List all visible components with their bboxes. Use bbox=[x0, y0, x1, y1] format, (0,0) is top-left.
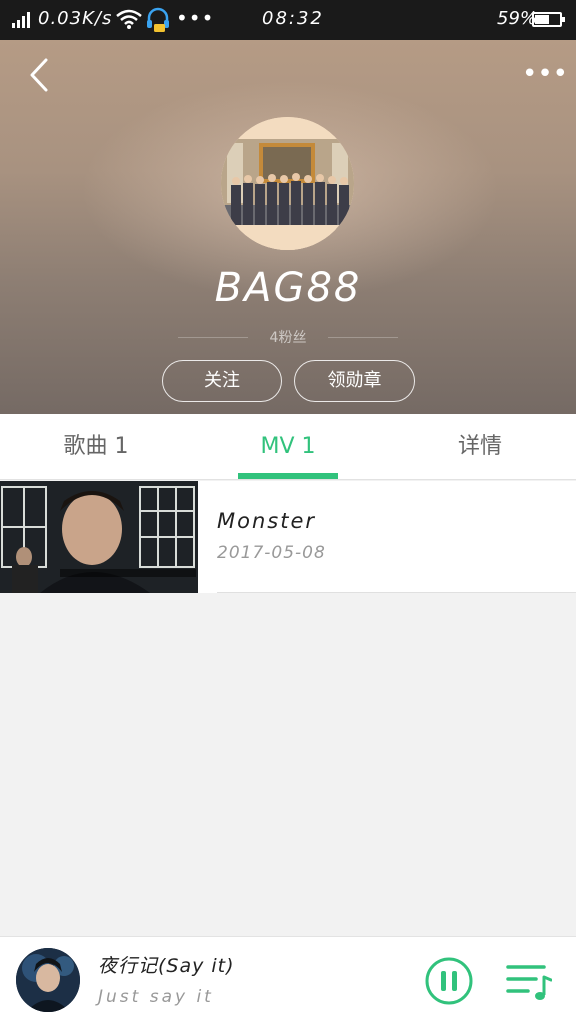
playlist-button[interactable] bbox=[506, 961, 553, 1003]
network-speed: 0.03K/s bbox=[38, 8, 113, 29]
artist-avatar[interactable] bbox=[221, 117, 354, 250]
notification-dots: ••• bbox=[176, 6, 215, 30]
now-playing-cover[interactable] bbox=[16, 948, 80, 1012]
tab-indicator bbox=[238, 473, 338, 479]
now-playing-title: 夜行记(Say it) bbox=[98, 955, 235, 977]
group-photo bbox=[221, 117, 354, 250]
mv-title: Monster bbox=[217, 509, 317, 533]
list-divider bbox=[217, 592, 576, 593]
artist-name: BAG88 bbox=[214, 265, 362, 311]
tab-songs[interactable]: 歌曲 1 bbox=[0, 414, 192, 480]
fans-count: 4粉丝 bbox=[269, 330, 307, 346]
mv-date: 2017-05-08 bbox=[217, 543, 326, 563]
status-bar: 0.03K/s ••• 08:32 59% bbox=[0, 0, 576, 40]
tab-bar: 歌曲 1 MV 1 详情 bbox=[0, 414, 576, 480]
more-button[interactable]: ••• bbox=[522, 61, 568, 87]
now-playing-lyric: Just say it bbox=[98, 987, 214, 1007]
get-badge-button[interactable]: 领勋章 bbox=[294, 360, 415, 402]
follow-button[interactable]: 关注 bbox=[162, 360, 282, 402]
signal-icon bbox=[12, 12, 32, 28]
battery-icon bbox=[532, 12, 565, 27]
clock: 08:32 bbox=[262, 8, 324, 29]
back-button[interactable] bbox=[24, 56, 58, 96]
artist-header: ••• BAG88 4粉丝 关注 领勋章 bbox=[0, 40, 576, 414]
mv-thumbnail-image bbox=[0, 481, 198, 593]
mv-list-item[interactable]: Monster 2017-05-08 bbox=[0, 481, 576, 593]
battery-percent: 59% bbox=[497, 8, 538, 29]
fans-row: 4粉丝 bbox=[178, 327, 398, 349]
album-art bbox=[16, 948, 80, 1012]
playlist-icon bbox=[506, 965, 553, 1000]
battery-level bbox=[535, 15, 549, 24]
wifi-icon bbox=[116, 9, 142, 34]
pause-icon bbox=[425, 957, 473, 1005]
mv-thumbnail bbox=[0, 481, 198, 593]
headset-icon bbox=[146, 7, 170, 38]
mini-player: 夜行记(Say it) Just say it bbox=[0, 936, 576, 1024]
chevron-left-icon bbox=[30, 58, 48, 92]
pause-button[interactable] bbox=[424, 956, 474, 1006]
tab-mv[interactable]: MV 1 bbox=[192, 414, 384, 480]
tab-details[interactable]: 详情 bbox=[384, 414, 576, 480]
